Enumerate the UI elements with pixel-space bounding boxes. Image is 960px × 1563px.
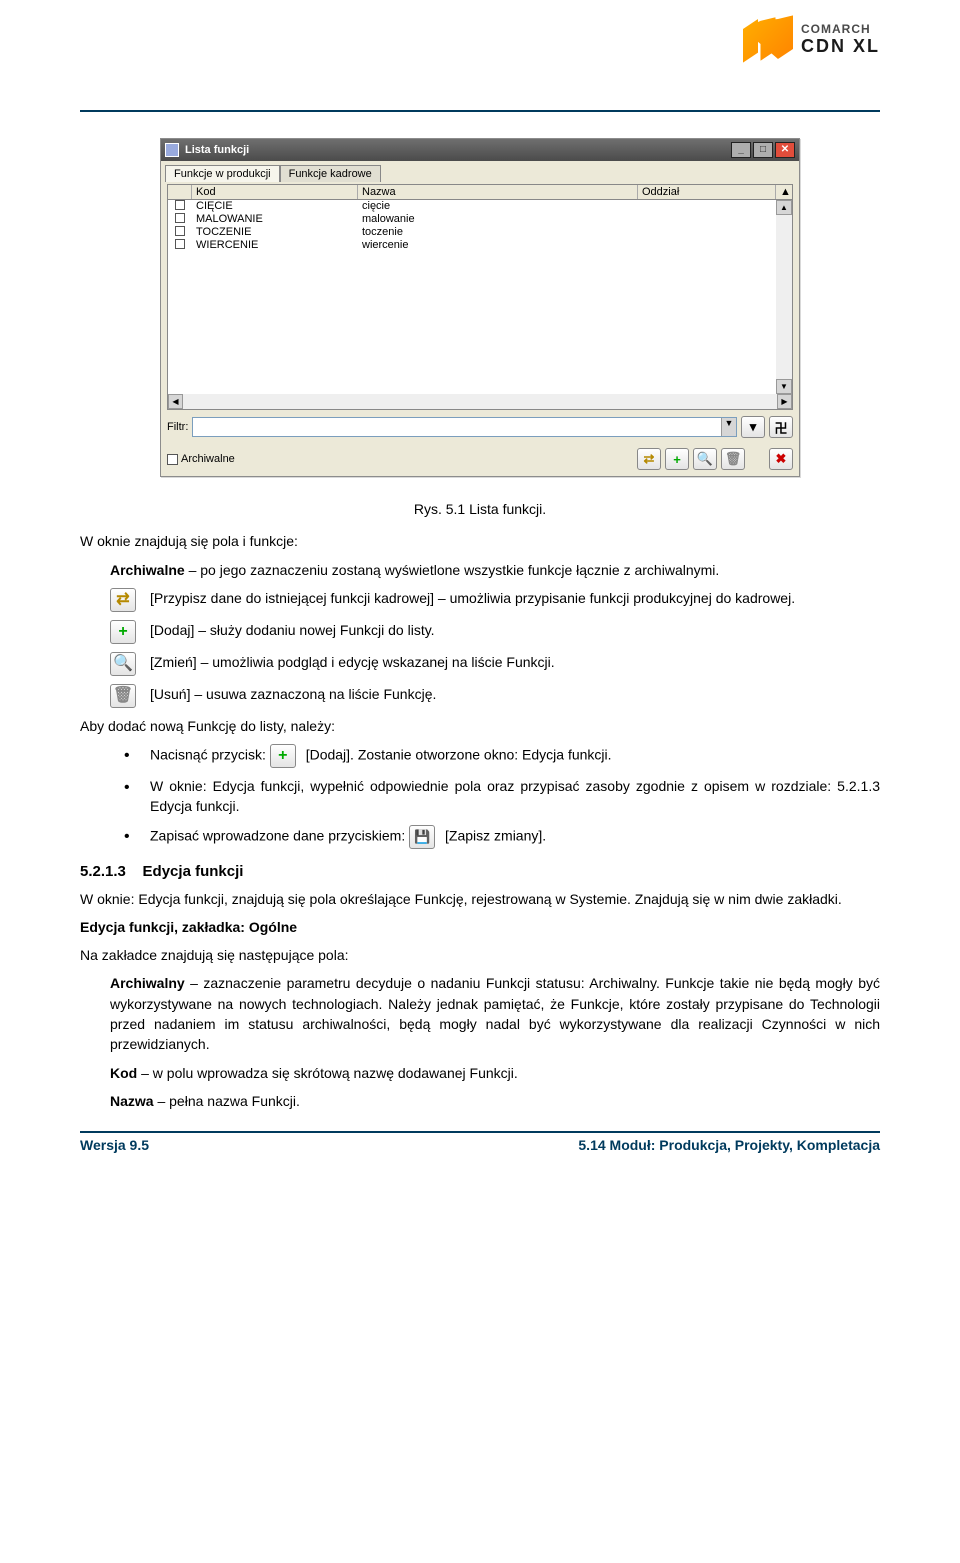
tab-funkcje-produkcji[interactable]: Funkcje w produkcji bbox=[165, 165, 280, 182]
save-icon: 💾 bbox=[409, 825, 435, 849]
archive-label: Archiwalne bbox=[181, 453, 235, 465]
row-checkbox[interactable] bbox=[175, 239, 185, 249]
archive-checkbox-wrap[interactable]: Archiwalne bbox=[167, 453, 235, 465]
add-desc: [Dodaj] – służy dodaniu nowej Funkcji do… bbox=[150, 620, 880, 640]
grid-rows[interactable]: CIĘCIE cięcie MALOWANIE malowanie TOCZEN… bbox=[168, 200, 776, 394]
archive-checkbox[interactable] bbox=[167, 454, 178, 465]
page-footer: Wersja 9.5 5.14 Moduł: Produkcja, Projek… bbox=[80, 1133, 880, 1153]
delete-row: 🗑 [Usuń] – usuwa zaznaczoną na liście Fu… bbox=[110, 684, 880, 708]
vertical-scrollbar[interactable]: ▲ ▼ bbox=[776, 200, 792, 394]
brand-product: CDN XL bbox=[801, 36, 880, 57]
kod-field: Kod – w polu wprowadza się skrótową nazw… bbox=[110, 1063, 880, 1083]
trash-icon: 🗑 bbox=[725, 451, 742, 467]
edit-desc: [Zmień] – umożliwia podgląd i edycję wsk… bbox=[150, 652, 880, 672]
table-row[interactable]: MALOWANIE malowanie bbox=[168, 213, 776, 226]
data-grid: Kod Nazwa Oddział ▲ CIĘCIE cięcie MALOWA… bbox=[167, 184, 793, 410]
add-row: + [Dodaj] – służy dodaniu nowej Funkcji … bbox=[110, 620, 880, 644]
delete-desc: [Usuń] – usuwa zaznaczoną na liście Funk… bbox=[150, 684, 880, 704]
tab-strip: Funkcje w produkcji Funkcje kadrowe bbox=[161, 161, 799, 182]
scroll-left-icon[interactable]: ◀ bbox=[168, 394, 183, 409]
figure-caption: Rys. 5.1 Lista funkcji. bbox=[80, 499, 880, 519]
grid-header: Kod Nazwa Oddział ▲ bbox=[168, 185, 792, 200]
col-kod[interactable]: Kod bbox=[192, 185, 358, 199]
filter-bar: Filtr: ▼ ▾ 卍 bbox=[161, 410, 799, 444]
wrench-icon: 卍 bbox=[774, 418, 787, 437]
window-buttons: _ □ ✕ bbox=[731, 142, 795, 158]
plus-icon: + bbox=[270, 744, 296, 768]
filter-construct-button[interactable]: 卍 bbox=[769, 416, 793, 438]
table-row[interactable]: TOCZENIE toczenie bbox=[168, 226, 776, 239]
close-button[interactable]: ✕ bbox=[775, 142, 795, 158]
grid-body: CIĘCIE cięcie MALOWANIE malowanie TOCZEN… bbox=[168, 200, 792, 394]
section-intro: W oknie: Edycja funkcji, znajdują się po… bbox=[80, 889, 880, 909]
filter-label: Filtr: bbox=[167, 421, 188, 433]
section-heading: 5.2.1.3 Edycja funkcji bbox=[80, 861, 880, 883]
row-checkbox[interactable] bbox=[175, 200, 185, 210]
edit-row: 🔍 [Zmień] – umożliwia podgląd i edycję w… bbox=[110, 652, 880, 676]
list-item: Nacisnąć przycisk: + [Dodaj]. Zostanie o… bbox=[110, 744, 880, 768]
funnel-icon: ▾ bbox=[750, 419, 757, 435]
trash-icon: 🗑 bbox=[110, 684, 136, 708]
plus-icon: + bbox=[110, 620, 136, 644]
col-oddzial[interactable]: Oddział bbox=[638, 185, 776, 199]
bottom-bar: Archiwalne ⇄ + 🔍 🗑 ✖ bbox=[161, 444, 799, 476]
steps-list: Nacisnąć przycisk: + [Dodaj]. Zostanie o… bbox=[80, 744, 880, 849]
titlebar: Lista funkcji _ □ ✕ bbox=[161, 139, 799, 161]
brand-name: COMARCH bbox=[801, 22, 880, 36]
sub-heading: Edycja funkcji, zakładka: Ogólne bbox=[80, 917, 880, 937]
maximize-button[interactable]: □ bbox=[753, 142, 773, 158]
brand-logo-block: COMARCH CDN XL bbox=[743, 18, 880, 60]
window-title: Lista funkcji bbox=[185, 144, 731, 156]
archiwalne-desc: Archiwalne – po jego zaznaczeniu zostaną… bbox=[110, 560, 880, 580]
scroll-down-icon[interactable]: ▼ bbox=[776, 379, 792, 394]
magnifier-icon: 🔍 bbox=[697, 451, 713, 467]
assign-desc: [Przypisz dane do istniejącej funkcji ka… bbox=[150, 588, 880, 608]
magnifier-icon: 🔍 bbox=[110, 652, 136, 676]
row-checkbox[interactable] bbox=[175, 226, 185, 236]
scroll-track[interactable] bbox=[776, 215, 792, 379]
horizontal-scrollbar[interactable]: ◀ ▶ bbox=[168, 394, 792, 409]
delete-button[interactable]: 🗑 bbox=[721, 448, 745, 470]
assign-icon: ⇄ bbox=[110, 588, 136, 612]
brand-text: COMARCH CDN XL bbox=[801, 22, 880, 57]
app-window: Lista funkcji _ □ ✕ Funkcje w produkcji … bbox=[160, 138, 800, 477]
plus-icon: + bbox=[673, 452, 681, 467]
close-panel-button[interactable]: ✖ bbox=[769, 448, 793, 470]
list-item: Zapisać wprowadzone dane przyciskiem: 💾 … bbox=[110, 825, 880, 849]
intro-text: W oknie znajdują się pola i funkcje: bbox=[80, 531, 880, 551]
close-icon: ✖ bbox=[776, 451, 787, 467]
col-check bbox=[168, 185, 192, 199]
chevron-down-icon[interactable]: ▼ bbox=[721, 418, 736, 436]
nazwa-field: Nazwa – pełna nazwa Funkcji. bbox=[110, 1091, 880, 1111]
filter-combo[interactable]: ▼ bbox=[192, 417, 737, 437]
scroll-gutter: ▲ bbox=[776, 185, 792, 199]
header-divider bbox=[80, 110, 880, 112]
sub-intro: Na zakładce znajdują się następujące pol… bbox=[80, 945, 880, 965]
archiwalny-field: Archiwalny – zaznaczenie parametru decyd… bbox=[110, 973, 880, 1054]
assign-button[interactable]: ⇄ bbox=[637, 448, 661, 470]
window-icon bbox=[165, 143, 179, 157]
footer-module: 5.14 Moduł: Produkcja, Projekty, Komplet… bbox=[578, 1137, 880, 1153]
comarch-logo-icon bbox=[743, 15, 793, 62]
assign-icon: ⇄ bbox=[644, 451, 655, 467]
add-intro: Aby dodać nową Funkcję do listy, należy: bbox=[80, 716, 880, 736]
scroll-up-icon[interactable]: ▲ bbox=[776, 200, 792, 215]
tab-funkcje-kadrowe[interactable]: Funkcje kadrowe bbox=[280, 165, 381, 182]
scroll-right-icon[interactable]: ▶ bbox=[777, 394, 792, 409]
filter-funnel-button[interactable]: ▾ bbox=[741, 416, 765, 438]
edit-button[interactable]: 🔍 bbox=[693, 448, 717, 470]
scroll-track[interactable] bbox=[183, 394, 777, 409]
col-nazwa[interactable]: Nazwa bbox=[358, 185, 638, 199]
footer-version: Wersja 9.5 bbox=[80, 1137, 149, 1153]
document-body: Rys. 5.1 Lista funkcji. W oknie znajdują… bbox=[80, 499, 880, 1111]
list-item: W oknie: Edycja funkcji, wypełnić odpowi… bbox=[110, 776, 880, 817]
table-row[interactable]: CIĘCIE cięcie bbox=[168, 200, 776, 213]
assign-row: ⇄ [Przypisz dane do istniejącej funkcji … bbox=[110, 588, 880, 612]
row-checkbox[interactable] bbox=[175, 213, 185, 223]
minimize-button[interactable]: _ bbox=[731, 142, 751, 158]
add-button[interactable]: + bbox=[665, 448, 689, 470]
table-row[interactable]: WIERCENIE wiercenie bbox=[168, 239, 776, 252]
page: COMARCH CDN XL Lista funkcji _ □ ✕ Funkc… bbox=[0, 0, 960, 1189]
